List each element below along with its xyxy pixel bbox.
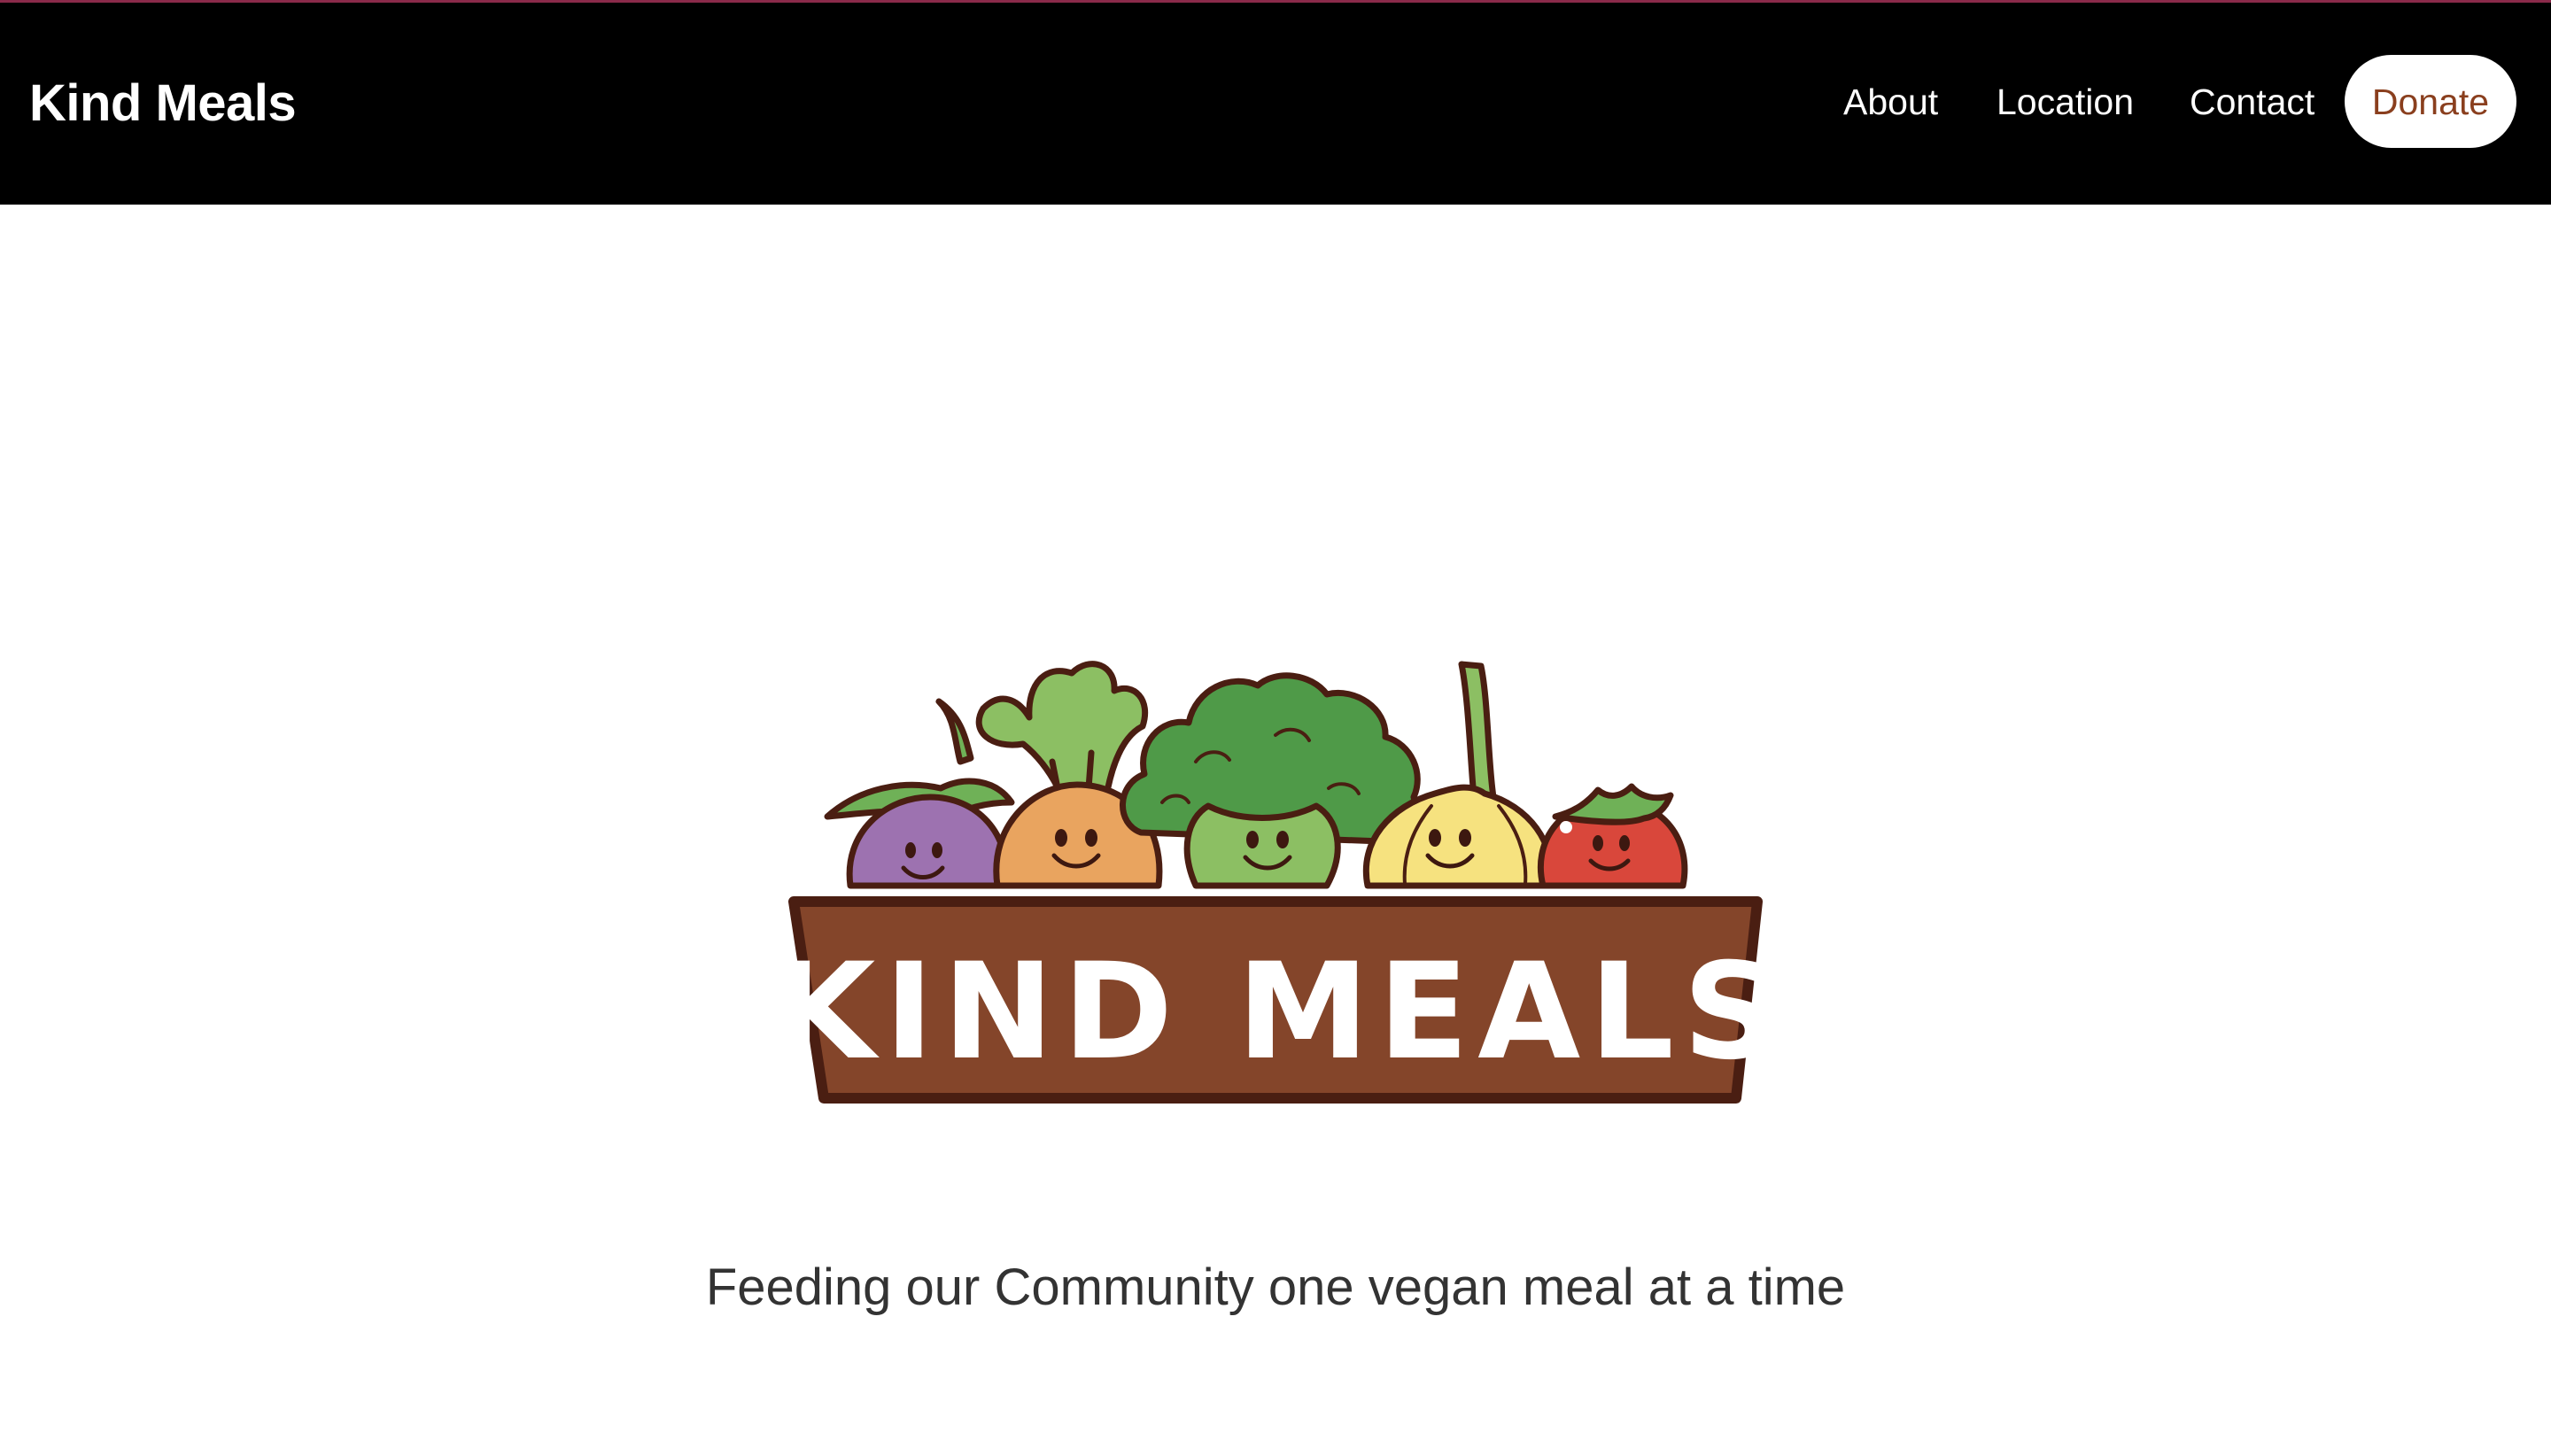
navbar: Kind Meals About Location Contact Donate — [0, 3, 2551, 205]
nav-link-location[interactable]: Location — [1997, 77, 2134, 127]
brand-link[interactable]: Kind Meals — [29, 75, 297, 132]
nav-link-about[interactable]: About — [1843, 77, 1938, 127]
nav-link-contact[interactable]: Contact — [2190, 77, 2315, 127]
logo-text: KIND MEALS — [779, 935, 1772, 1089]
kind-meals-logo: KIND MEALS — [779, 661, 1772, 1104]
donate-button[interactable]: Donate — [2345, 55, 2516, 148]
tagline: Feeding our Community one vegan meal at … — [705, 1259, 1846, 1316]
